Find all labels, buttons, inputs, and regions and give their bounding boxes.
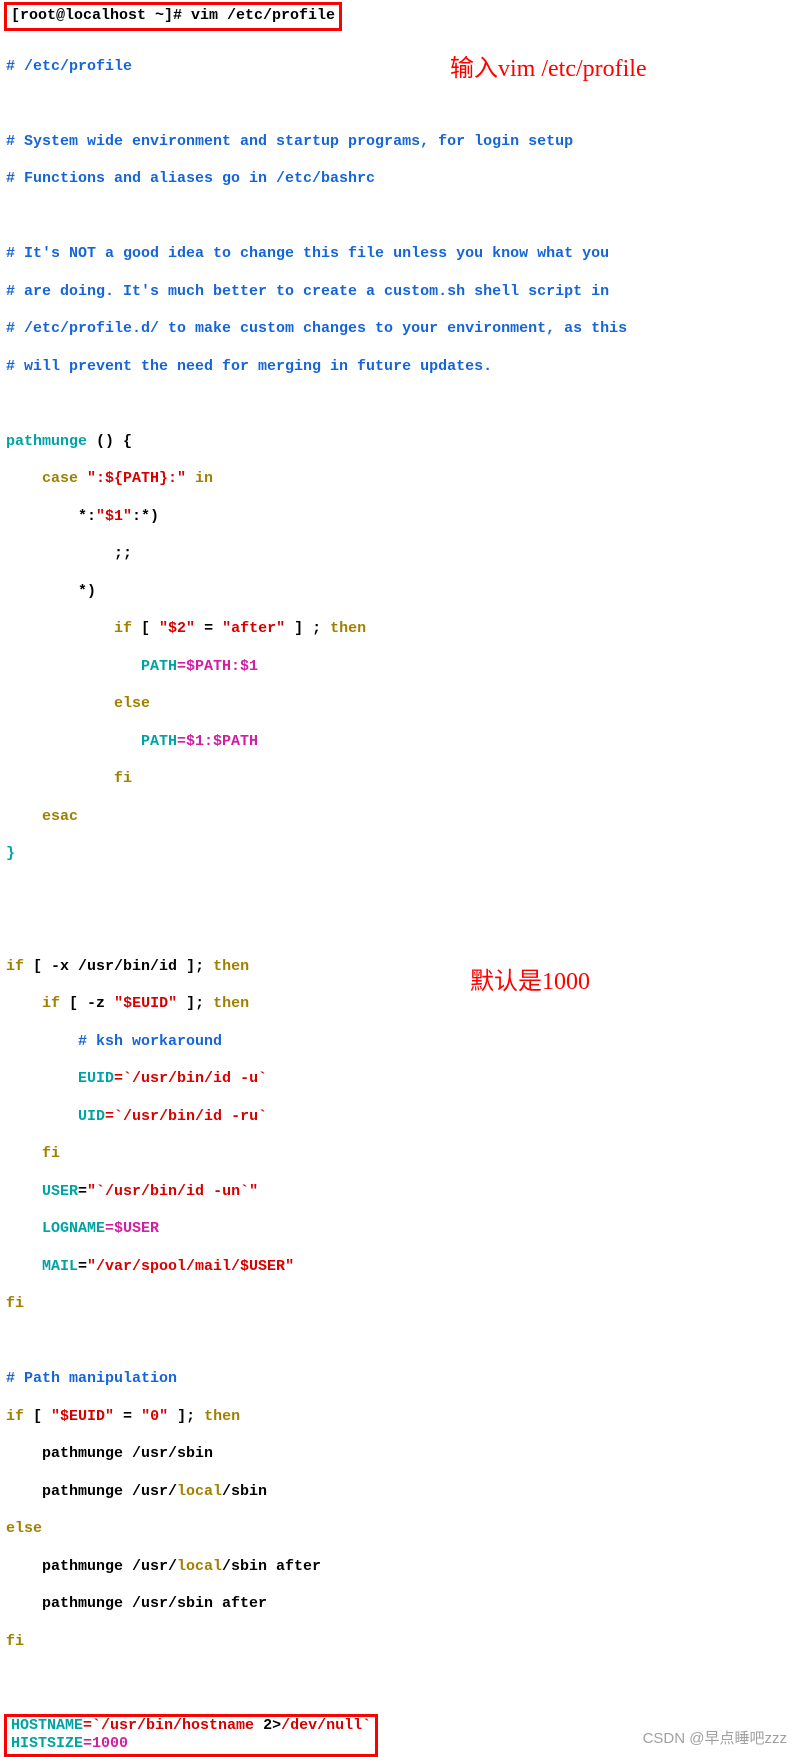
code-line: PATH=$1:$PATH [6,733,799,752]
code-line: esac [6,808,799,827]
comment-line: # System wide environment and startup pr… [6,133,799,152]
code-line: if [ "$EUID" = "0" ]; then [6,1408,799,1427]
code-line: else [6,695,799,714]
code-line: LOGNAME=$USER [6,1220,799,1239]
code-line: if [ -x /usr/bin/id ]; then [6,958,799,977]
code-line: fi [6,1295,799,1314]
comment-line: # It's NOT a good idea to change this fi… [6,245,799,264]
comment-line: # /etc/profile [6,58,799,77]
comment-line: # are doing. It's much better to create … [6,283,799,302]
watermark: CSDN @早点睡吧zzz [643,1730,787,1749]
code-line: *) [6,583,799,602]
comment-line: # /etc/profile.d/ to make custom changes… [6,320,799,339]
code-line: pathmunge /usr/local/sbin [6,1483,799,1502]
annotation-input-vim: 输入vim /etc/profile [450,54,647,84]
comment-line: # Path manipulation [6,1370,799,1389]
code-line: fi [6,1145,799,1164]
code-line: } [6,845,799,864]
code-line: USER="`/usr/bin/id -un`" [6,1183,799,1202]
code-line: HISTSIZE=1000 [11,1735,371,1754]
code-line: fi [6,1633,799,1652]
histsize-highlight-box: HOSTNAME=`/usr/bin/hostname 2>/dev/null`… [4,1714,378,1757]
code-line: *:"$1":*) [6,508,799,527]
comment-line: # will prevent the need for merging in f… [6,358,799,377]
annotation-default-1000: 默认是1000 [470,967,590,997]
code-line: pathmunge /usr/local/sbin after [6,1558,799,1577]
code-line: PATH=$PATH:$1 [6,658,799,677]
code-line: ;; [6,545,799,564]
editor-content[interactable]: # /etc/profile # System wide environment… [0,35,805,1714]
code-line: HOSTNAME=`/usr/bin/hostname 2>/dev/null` [11,1717,371,1736]
code-line: pathmunge /usr/sbin [6,1445,799,1464]
code-line: MAIL="/var/spool/mail/$USER" [6,1258,799,1277]
code-line: UID=`/usr/bin/id -ru` [6,1108,799,1127]
code-line: pathmunge () { [6,433,799,452]
code-line: else [6,1520,799,1539]
code-line: if [ "$2" = "after" ] ; then [6,620,799,639]
code-line: EUID=`/usr/bin/id -u` [6,1070,799,1089]
command-prompt-box: [root@localhost ~]# vim /etc/profile [4,2,342,31]
comment-line: # ksh workaround [6,1033,799,1052]
code-line: pathmunge /usr/sbin after [6,1595,799,1614]
code-line: if [ -z "$EUID" ]; then [6,995,799,1014]
command-prompt[interactable]: [root@localhost ~]# vim /etc/profile [11,7,335,24]
comment-line: # Functions and aliases go in /etc/bashr… [6,170,799,189]
code-line: case ":${PATH}:" in [6,470,799,489]
code-line: fi [6,770,799,789]
